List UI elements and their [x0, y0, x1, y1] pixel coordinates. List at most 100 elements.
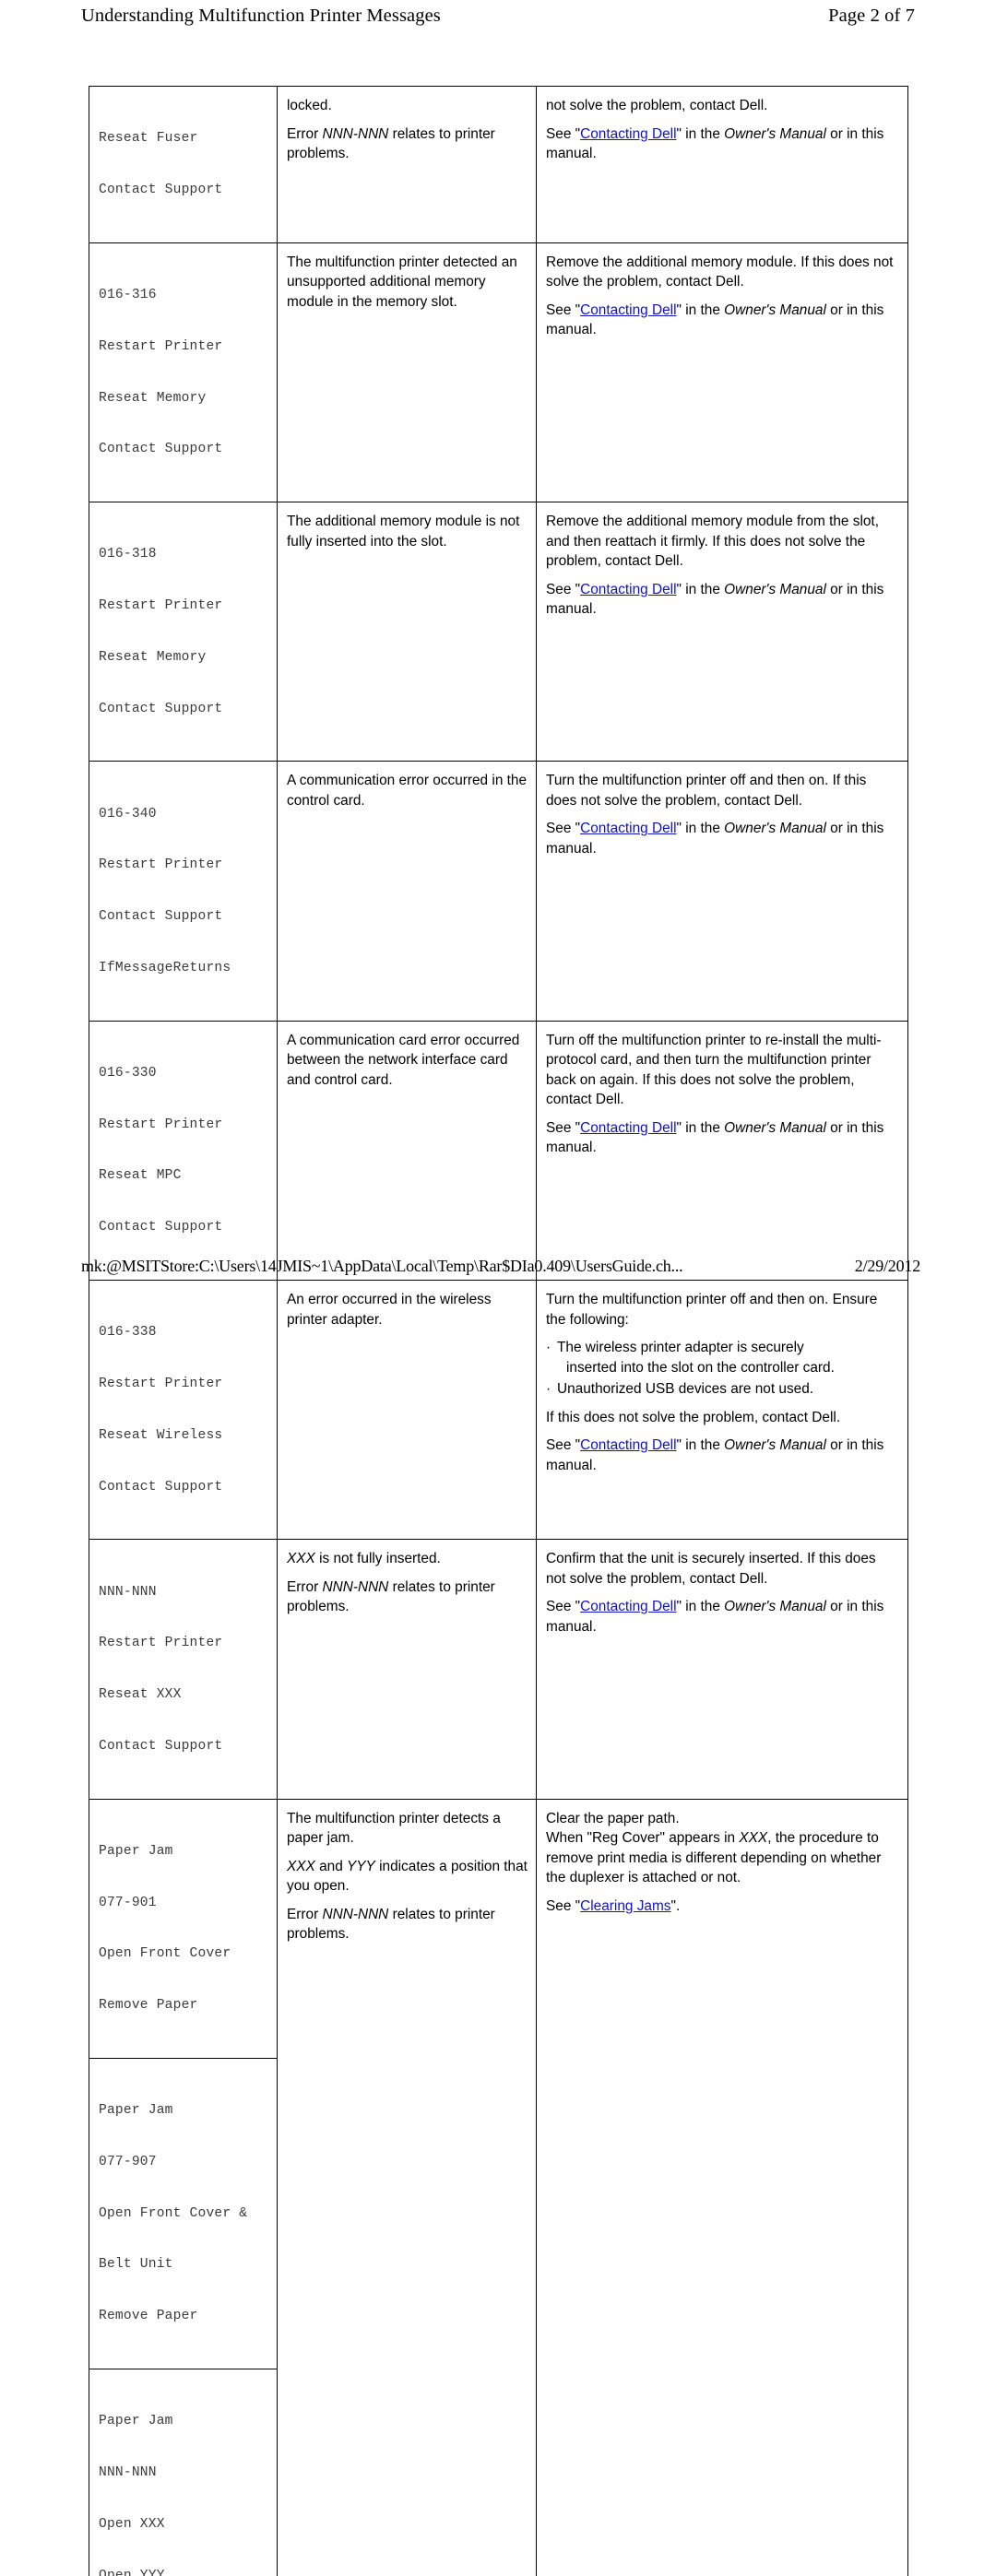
code-line: NNN-NNN	[99, 1584, 157, 1600]
cause-cell: A communication error occurred in the co…	[277, 761, 537, 1022]
cause-cell: XXX is not fully inserted. Error NNN-NNN…	[277, 1539, 537, 1800]
action-paragraph: Confirm that the unit is securely insert…	[546, 1551, 876, 1587]
action-cell: Turn the multifunction printer off and t…	[536, 1279, 908, 1541]
message-cell: Paper Jam NNN-NNN Open XXX Open YYY	[89, 2369, 277, 2576]
see-also-paragraph: See "Contacting Dell" in the Owner's Man…	[546, 124, 899, 164]
cause-paragraph: The multifunction printer detects a pape…	[287, 1810, 501, 1847]
code-line: Open YYY	[99, 2568, 165, 2576]
cause-cell: locked. Error NNN-NNN relates to printer…	[277, 86, 537, 243]
code-line: Reseat Memory	[99, 390, 207, 406]
contacting-dell-link[interactable]: Contacting Dell	[580, 1437, 676, 1453]
list-item-label: The wireless printer adapter is securely	[557, 1340, 804, 1355]
table-row: Reseat Fuser Contact Support locked. Err…	[89, 86, 908, 243]
action-paragraph: Turn off the multifunction printer to re…	[546, 1032, 882, 1108]
code-line: 016-340	[99, 806, 157, 821]
message-cell: 016-316 Restart Printer Reseat Memory Co…	[89, 242, 278, 503]
code-line: Contact Support	[99, 1220, 223, 1235]
code-line: Contact Support	[99, 442, 223, 457]
cause-cell: The multifunction printer detected an un…	[277, 242, 537, 503]
code-line: Open Front Cover	[99, 1946, 231, 1962]
cause-cell: The additional memory module is not full…	[277, 502, 537, 762]
action-cell: Remove the additional memory module from…	[536, 502, 908, 762]
cause-cell: A communication card error occurred betw…	[277, 1020, 537, 1282]
manual-title: Owner's Manual	[724, 821, 826, 837]
message-code-text: 016-330 Restart Printer Reseat MPC Conta…	[99, 1031, 268, 1270]
cause-paragraph: Error NNN-NNN relates to printer problem…	[287, 1905, 528, 1944]
contacting-dell-link[interactable]: Contacting Dell	[580, 582, 676, 597]
code-line: Contact Support	[99, 909, 223, 925]
text-run: See "	[546, 125, 581, 142]
text-run: See "	[546, 821, 581, 837]
cause-paragraph: A communication error occurred in the co…	[287, 773, 528, 809]
page-footer: mk:@MSITStore:C:\Users\14JMIS~1\AppData\…	[81, 1256, 920, 1276]
contacting-dell-link[interactable]: Contacting Dell	[580, 821, 676, 836]
text-run: See "	[546, 1897, 581, 1914]
table-row: 016-338 Restart Printer Reseat Wireless …	[89, 1279, 908, 1541]
list-item: · Unauthorized USB devices are not used.	[546, 1379, 899, 1400]
cause-paragraph: Error NNN-NNN relates to printer problem…	[287, 124, 528, 164]
manual-title: Owner's Manual	[724, 125, 826, 142]
cause-paragraph: An error occurred in the wireless printe…	[287, 1292, 492, 1328]
manual-title: Owner's Manual	[724, 1119, 826, 1136]
action-paragraph: When "Reg Cover" appears in XXX, the pro…	[546, 1828, 899, 1888]
code-line: Restart Printer	[99, 1376, 223, 1391]
contacting-dell-link[interactable]: Contacting Dell	[580, 1120, 676, 1136]
table-row: Paper Jam 077-901 Open Front Cover Remov…	[89, 1798, 908, 2576]
cause-paragraph: The additional memory module is not full…	[287, 514, 520, 549]
text-run: See "	[546, 1119, 581, 1136]
code-line: Reseat Memory	[99, 649, 207, 665]
see-also-paragraph: See "Contacting Dell" in the Owner's Man…	[546, 1118, 899, 1158]
cause-paragraph: Error NNN-NNN relates to printer problem…	[287, 1578, 528, 1617]
see-also-paragraph: See "Contacting Dell" in the Owner's Man…	[546, 1597, 899, 1637]
action-cell: not solve the problem, contact Dell. See…	[536, 86, 908, 243]
code-line: 016-338	[99, 1325, 157, 1341]
code-line: Restart Printer	[99, 857, 223, 873]
text-run: " in the	[676, 1119, 725, 1136]
text-run: See "	[546, 581, 581, 597]
code-line: Remove Paper	[99, 2309, 198, 2324]
code-line: 016-318	[99, 547, 157, 562]
see-also-paragraph: See "Clearing Jams".	[546, 1897, 899, 1917]
code-line: 077-907	[99, 2154, 157, 2169]
contacting-dell-link[interactable]: Contacting Dell	[580, 302, 676, 318]
source-path-label: mk:@MSITStore:C:\Users\14JMIS~1\AppData\…	[81, 1257, 683, 1275]
manual-title: Owner's Manual	[724, 581, 826, 597]
text-run: Error	[287, 1578, 323, 1595]
code-line: Belt Unit	[99, 2257, 173, 2273]
message-code-text: 016-338 Restart Printer Reseat Wireless …	[99, 1290, 268, 1530]
page-number-label: Page 2 of 7	[828, 6, 915, 26]
code-line: Contact Support	[99, 701, 223, 716]
text-run: " in the	[676, 125, 725, 142]
message-cell: Paper Jam 077-907 Open Front Cover & Bel…	[89, 2058, 277, 2370]
print-date-label: 2/29/2012	[854, 1257, 920, 1275]
cause-paragraph: The multifunction printer detected an un…	[287, 254, 517, 310]
text-run: Error	[287, 1906, 323, 1922]
contacting-dell-link[interactable]: Contacting Dell	[580, 126, 676, 142]
message-cell: NNN-NNN Restart Printer Reseat XXX Conta…	[89, 1539, 278, 1800]
message-cell: 016-340 Restart Printer Contact Support …	[89, 761, 278, 1022]
cause-paragraph: XXX is not fully inserted.	[287, 1549, 528, 1569]
table-row: 016-340 Restart Printer Contact Support …	[89, 761, 908, 1022]
text-run: ".	[670, 1897, 681, 1914]
action-cell: Confirm that the unit is securely insert…	[536, 1539, 908, 1800]
placeholder-token: XXX	[287, 1858, 315, 1874]
clearing-jams-link[interactable]: Clearing Jams	[580, 1898, 670, 1914]
action-paragraph: Clear the paper path.	[546, 1810, 680, 1826]
message-cell: Paper Jam 077-901 Open Front Cover Remov…	[89, 1799, 277, 2059]
see-also-paragraph: See "Contacting Dell" in the Owner's Man…	[546, 1436, 899, 1475]
code-line: Open Front Cover &	[99, 2205, 248, 2221]
manual-title: Owner's Manual	[724, 1437, 826, 1453]
message-cell: 016-330 Restart Printer Reseat MPC Conta…	[89, 1020, 278, 1282]
code-line: Contact Support	[99, 1479, 223, 1495]
message-code-text: 016-318 Restart Printer Reseat Memory Co…	[99, 512, 268, 751]
code-line: Restart Printer	[99, 338, 223, 354]
text-run: " in the	[676, 1599, 725, 1615]
contacting-dell-link[interactable]: Contacting Dell	[580, 1599, 676, 1614]
placeholder-token: NNN-NNN	[322, 125, 389, 142]
code-line: Paper Jam	[99, 1843, 173, 1859]
page-title: Understanding Multifunction Printer Mess…	[81, 6, 441, 26]
message-code-text: Paper Jam NNN-NNN Open XXX Open YYY	[99, 2379, 268, 2576]
text-run: See "	[546, 1599, 581, 1615]
text-run: " in the	[676, 301, 725, 318]
text-run: When "Reg Cover" appears in	[546, 1830, 740, 1847]
